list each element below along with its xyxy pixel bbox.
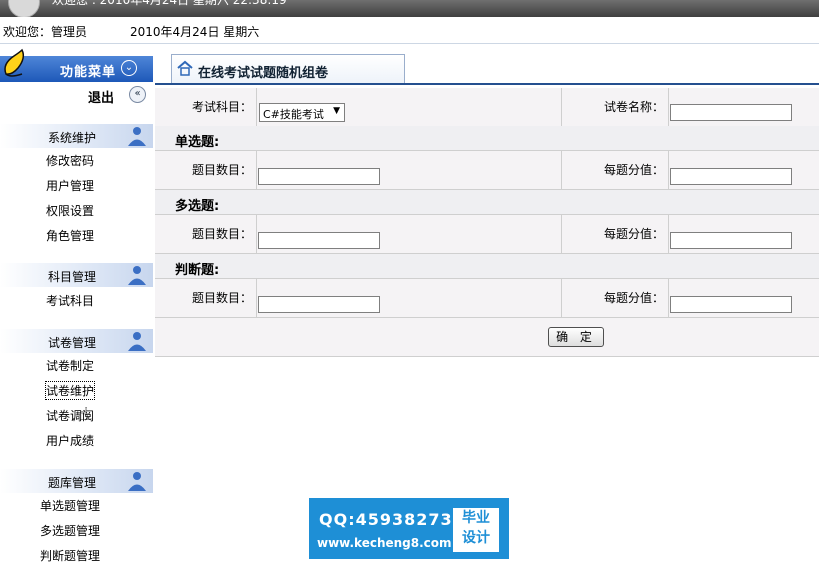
banner-text: 欢迎您 : 2010年4月24日 星期六 22:38:19 xyxy=(52,0,287,7)
group-subject[interactable]: 科目管理 xyxy=(0,263,153,287)
single-score-input[interactable] xyxy=(670,168,792,185)
sidebar-item-permissions[interactable]: 权限设置 xyxy=(46,202,94,219)
top-banner: 欢迎您 : 2010年4月24日 星期六 22:38:19 xyxy=(0,0,819,17)
single-choice-row: 题目数目： 每题分值： xyxy=(155,151,819,190)
subject-select[interactable]: C#技能考试 ▼ xyxy=(259,103,345,122)
true-false-row: 题目数目： 每题分值： xyxy=(155,279,819,318)
tab-bar: 在线考试试题随机组卷 xyxy=(155,54,819,85)
subject-row: 考试科目： C#技能考试 ▼ 试卷名称： xyxy=(155,88,819,127)
user-icon xyxy=(128,266,146,285)
collapse-menu-icon[interactable]: ⌄ xyxy=(121,60,137,76)
watermark-qq: QQ:459382737 xyxy=(319,510,465,529)
confirm-button[interactable]: 确 定 xyxy=(548,327,604,347)
hand-cursor-icon: ☝ xyxy=(78,404,89,425)
button-row: 确 定 xyxy=(155,318,819,357)
dropdown-arrow-icon: ▼ xyxy=(333,106,340,116)
logo-icon xyxy=(8,0,40,17)
sidebar-item-maintain-paper[interactable]: 试卷维护 xyxy=(44,381,96,400)
group-question-bank[interactable]: 题库管理 xyxy=(0,469,153,493)
tab-random-paper[interactable]: 在线考试试题随机组卷 xyxy=(171,54,405,83)
menu-title: 功能菜单 xyxy=(60,65,117,80)
paper-name-label: 试卷名称： xyxy=(603,100,664,114)
section-title: 多选题: xyxy=(175,199,220,214)
section-title: 单选题: xyxy=(175,135,220,150)
tab-title: 在线考试试题随机组卷 xyxy=(198,66,329,81)
collapse-sidebar-icon[interactable]: « xyxy=(129,86,146,103)
exit-row: 退出 « xyxy=(0,84,153,106)
group-label: 题库管理 xyxy=(48,476,97,490)
sidebar-item-create-paper[interactable]: 试卷制定 xyxy=(46,357,94,374)
sidebar-item-single-choice[interactable]: 单选题管理 xyxy=(40,497,100,514)
welcome-text: 欢迎您：管理员 xyxy=(3,25,88,39)
watermark: QQ:459382737 www.kecheng8.com 毕业 设计 xyxy=(309,498,509,559)
group-system[interactable]: 系统维护 xyxy=(0,124,153,148)
sidebar-item-user-scores[interactable]: 用户成绩 xyxy=(46,432,94,449)
sidebar-item-roles[interactable]: 角色管理 xyxy=(46,227,94,244)
tf-count-input[interactable] xyxy=(258,296,380,313)
watermark-site: www.kecheng8.com xyxy=(317,536,452,550)
sidebar-item-exam-subject[interactable]: 考试科目 xyxy=(46,292,94,309)
tf-score-input[interactable] xyxy=(670,296,792,313)
group-label: 科目管理 xyxy=(48,270,97,284)
main-panel: 在线考试试题随机组卷 考试科目： C#技能考试 ▼ 试卷名称： 单选题: 题目数… xyxy=(155,44,819,564)
home-icon xyxy=(177,60,193,76)
section-title: 判断题: xyxy=(175,263,220,278)
group-papers[interactable]: 试卷管理 xyxy=(0,329,153,353)
multi-choice-row: 题目数目： 每题分值： xyxy=(155,215,819,254)
subject-label: 考试科目： xyxy=(191,100,252,114)
sidebar-item-change-password[interactable]: 修改密码 xyxy=(46,152,94,169)
sidebar-item-true-false[interactable]: 判断题管理 xyxy=(40,547,100,564)
multi-score-input[interactable] xyxy=(670,232,792,249)
group-label: 试卷管理 xyxy=(48,336,97,350)
menu-header: 功能菜单 ⌄ xyxy=(0,48,153,82)
single-count-input[interactable] xyxy=(258,168,380,185)
user-icon xyxy=(128,332,146,351)
info-bar: 欢迎您：管理员 2010年4月24日 星期六 xyxy=(0,17,819,44)
group-label: 系统维护 xyxy=(48,131,97,145)
section-multi-choice: 多选题: xyxy=(155,190,819,215)
date-text: 2010年4月24日 星期六 xyxy=(130,25,260,39)
section-single-choice: 单选题: xyxy=(155,126,819,151)
sidebar-item-multi-choice[interactable]: 多选题管理 xyxy=(40,522,100,539)
paper-name-input[interactable] xyxy=(670,104,792,121)
user-icon xyxy=(128,127,146,146)
sidebar: 功能菜单 ⌄ 退出 « 系统维护 修改密码 用户管理 权限设置 角色管理 科目管… xyxy=(0,44,153,564)
user-icon xyxy=(128,472,146,491)
section-true-false: 判断题: xyxy=(155,254,819,279)
multi-count-input[interactable] xyxy=(258,232,380,249)
banana-logo-icon xyxy=(4,48,25,77)
exit-link[interactable]: 退出 xyxy=(88,87,114,106)
watermark-badge: 毕业 设计 xyxy=(453,508,499,552)
sidebar-item-user-management[interactable]: 用户管理 xyxy=(46,177,94,194)
